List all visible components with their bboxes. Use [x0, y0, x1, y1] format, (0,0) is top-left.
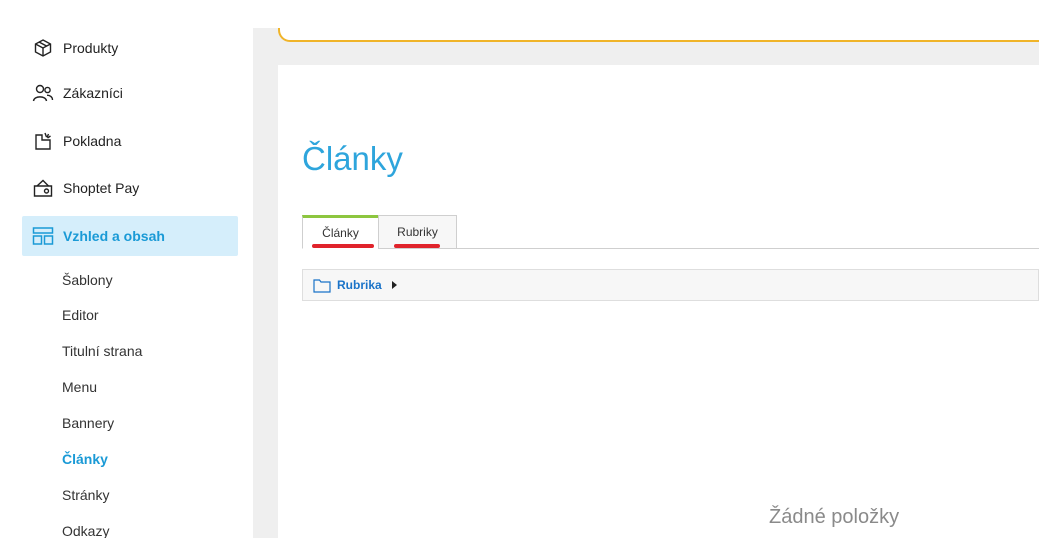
sidebar-subitem-sablony[interactable]: Šablony [62, 272, 113, 288]
users-icon [31, 81, 55, 105]
sidebar-subitem-bannery[interactable]: Bannery [62, 415, 114, 431]
notice-card-edge [278, 28, 1039, 42]
sidebar-subitem-menu[interactable]: Menu [62, 379, 97, 395]
cash-register-icon [31, 129, 55, 153]
sidebar-subitem-titulni-strana[interactable]: Titulní strana [62, 343, 142, 359]
package-icon [31, 36, 55, 60]
empty-state-text: Žádné položky [769, 506, 900, 528]
sidebar-item-label: Vzhled a obsah [63, 228, 165, 244]
breadcrumb: Rubrika [302, 269, 1039, 301]
sidebar-item-label: Pokladna [63, 133, 122, 149]
sidebar-item-shoptet-pay[interactable]: Shoptet Pay [22, 168, 238, 208]
sidebar-item-pokladna[interactable]: Pokladna [22, 121, 238, 161]
sidebar-item-label: Shoptet Pay [63, 180, 140, 196]
caret-right-icon[interactable] [391, 281, 397, 289]
sidebar-subitem-editor[interactable]: Editor [62, 307, 99, 323]
annotation-underline-clanky [312, 244, 374, 248]
sidebar: Produkty Zákazníci Pokladna Shoptet Pay … [0, 28, 253, 538]
breadcrumb-rubrika[interactable]: Rubrika [337, 278, 382, 292]
layout-icon [31, 224, 55, 248]
page-title: Články [302, 140, 403, 177]
top-bar [0, 0, 1039, 28]
main-content [278, 65, 1039, 538]
sidebar-item-vzhled-a-obsah[interactable]: Vzhled a obsah [22, 216, 238, 256]
folder-icon [313, 277, 331, 293]
sidebar-item-label: Produkty [63, 40, 119, 56]
sidebar-item-zakaznici[interactable]: Zákazníci [22, 73, 238, 113]
sidebar-item-produkty[interactable]: Produkty [22, 28, 238, 68]
annotation-underline-rubriky [394, 244, 440, 248]
sidebar-subitem-clanky[interactable]: Články [62, 451, 108, 467]
sidebar-subitem-odkazy[interactable]: Odkazy [62, 523, 109, 538]
sidebar-subitem-stranky[interactable]: Stránky [62, 487, 109, 503]
sidebar-item-label: Zákazníci [63, 85, 123, 101]
wallet-icon [31, 176, 55, 200]
